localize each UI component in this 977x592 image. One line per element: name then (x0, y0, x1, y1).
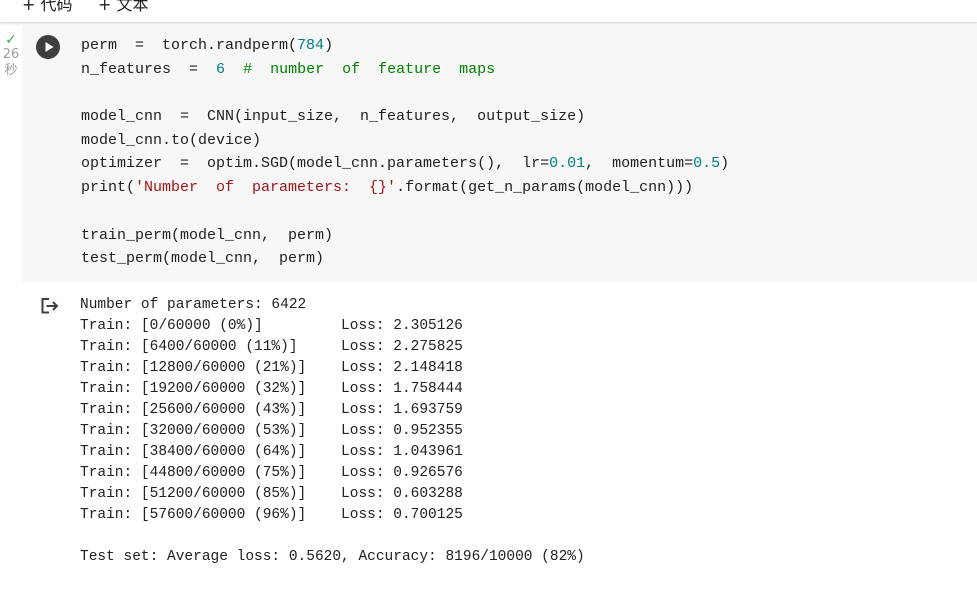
code-line: n_features = 6 # number of feature maps (81, 58, 729, 82)
code-text: test_perm(model_cnn, perm) (81, 250, 325, 268)
execution-status: ✓ 26 秒 (0, 33, 22, 79)
check-icon: ✓ (5, 32, 17, 48)
output-line: Train: [51200/60000 (85%)] Loss: 0.60328… (80, 486, 463, 502)
add-code-button[interactable]: + 代码 (22, 0, 73, 15)
play-circle-icon (45, 42, 54, 52)
output-line: Train: [44800/60000 (75%)] Loss: 0.92657… (80, 465, 463, 481)
code-text: n_features = 6 # number of feature maps (81, 60, 496, 78)
code-text: print('Number of parameters: {}'.format(… (81, 179, 694, 197)
output-line: Train: [6400/60000 (11%)] Loss: 2.275825 (80, 339, 463, 355)
output-line: Train: [25600/60000 (43%)] Loss: 1.69375… (80, 402, 463, 418)
output-line: Train: [12800/60000 (21%)] Loss: 2.14841… (80, 360, 463, 376)
code-text: optimizer = optim.SGD(model_cnn.paramete… (81, 155, 730, 173)
code-line: optimizer = optim.SGD(model_cnn.paramete… (81, 152, 729, 176)
add-text-button[interactable]: + 文本 (98, 0, 149, 15)
execution-time-value: 26 (2, 47, 20, 62)
output-line: Number of parameters: 6422 (80, 297, 307, 313)
code-line: model_cnn = CNN(input_size, n_features, … (81, 105, 729, 129)
code-text: model_cnn.to(device) (81, 131, 262, 149)
code-line: train_perm(model_cnn, perm) (81, 224, 729, 248)
code-text: model_cnn = CNN(input_size, n_features, … (81, 108, 586, 126)
output-line: Train: [0/60000 (0%)] Loss: 2.305126 (80, 318, 463, 334)
cell-output: Number of parameters: 6422 Train: [0/6000… (80, 295, 585, 568)
output-line: Train: [32000/60000 (53%)] Loss: 0.95235… (80, 423, 463, 439)
execution-time-unit: 秒 (4, 63, 18, 78)
output-line: Test set: Average loss: 0.5620, Accuracy… (80, 549, 585, 565)
output-line: Train: [57600/60000 (96%)] Loss: 0.70012… (80, 507, 463, 523)
notebook-toolbar: + 代码 + 文本 (0, 0, 977, 23)
run-cell-button[interactable] (36, 35, 60, 59)
code-line: print('Number of parameters: {}'.format(… (81, 176, 729, 200)
code-line: test_perm(model_cnn, perm) (81, 247, 729, 271)
code-text: train_perm(model_cnn, perm) (81, 226, 334, 244)
output-line: Train: [38400/60000 (64%)] Loss: 1.04396… (80, 444, 463, 460)
output-line: Train: [19200/60000 (32%)] Loss: 1.75844… (80, 381, 463, 397)
code-text: perm = torch.randperm(784) (81, 37, 334, 54)
output-arrow-icon[interactable] (40, 297, 60, 315)
code-line: perm = torch.randperm(784) (81, 34, 729, 58)
code-line: model_cnn.to(device) (81, 129, 729, 153)
code-editor[interactable]: perm = torch.randperm(784) n_features = 6… (81, 34, 729, 271)
